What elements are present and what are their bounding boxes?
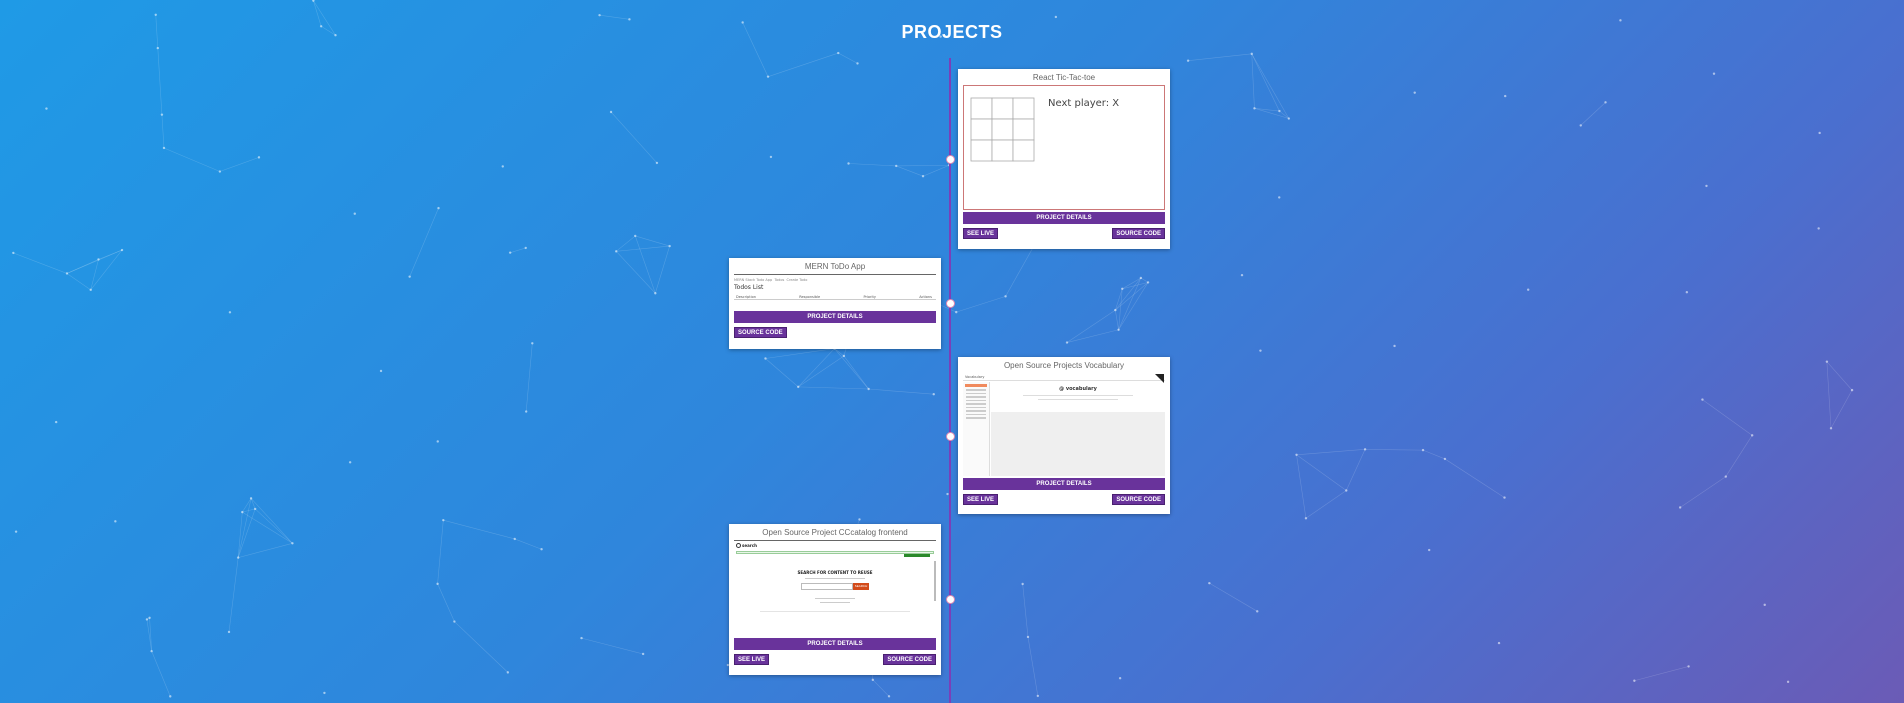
project-card-vocabulary: Open Source Projects Vocabulary Vocabula… xyxy=(958,357,1170,514)
timeline-dot xyxy=(945,298,955,308)
project-details-button[interactable]: PROJECT DETAILS xyxy=(734,638,936,650)
project-card-mern-todo: MERN ToDo App MERN Stack Todo App Todos … xyxy=(729,258,941,349)
todo-column-header: Priority xyxy=(863,295,876,299)
vocabulary-logo: @ vocabulary xyxy=(1059,386,1097,392)
project-title: Open Source Project CCcatalog frontend xyxy=(762,528,908,537)
todo-nav-brand: MERN Stack Todo App xyxy=(734,278,773,282)
todo-column-header: Actions xyxy=(919,295,932,299)
todo-column-header: Description xyxy=(736,295,756,299)
project-details-button[interactable]: PROJECT DETAILS xyxy=(734,311,936,323)
project-details-button[interactable]: PROJECT DETAILS xyxy=(963,212,1165,224)
project-preview[interactable]: Vocabulary @ vocabulary xyxy=(963,373,1165,476)
cccatalog-logo: search xyxy=(742,543,757,548)
project-details-button[interactable]: PROJECT DETAILS xyxy=(963,478,1165,490)
cccatalog-heading: SEARCH FOR CONTENT TO REUSE xyxy=(797,570,873,575)
timeline-dot xyxy=(945,431,955,441)
project-card-tictactoe: React Tic-Tac-toe Next player: X PROJECT… xyxy=(958,69,1170,249)
see-live-button[interactable]: SEE LIVE xyxy=(963,228,999,239)
see-live-button[interactable]: SEE LIVE xyxy=(963,494,999,505)
github-corner-icon[interactable] xyxy=(1155,374,1164,383)
todo-nav-link: Todos xyxy=(774,278,785,282)
vocabulary-brand: Vocabulary xyxy=(965,375,985,379)
todo-heading: Todos List xyxy=(734,284,764,291)
project-preview[interactable]: Next player: X xyxy=(963,85,1165,210)
source-code-button[interactable]: SOURCE CODE xyxy=(734,327,787,338)
project-preview[interactable]: search SEARCH FOR CONTENT TO REUSE SEARC… xyxy=(734,540,936,636)
source-code-button[interactable]: SOURCE CODE xyxy=(1112,494,1165,505)
project-title: MERN ToDo App xyxy=(804,262,866,271)
source-code-button[interactable]: SOURCE CODE xyxy=(1112,228,1165,239)
see-live-button[interactable]: SEE LIVE xyxy=(734,654,770,665)
timeline-dot xyxy=(945,154,955,164)
project-preview[interactable]: MERN Stack Todo App Todos Create Todo To… xyxy=(734,274,936,309)
timeline-dot xyxy=(945,594,955,604)
vocabulary-sidebar xyxy=(963,382,990,476)
page-title: PROJECTS xyxy=(901,22,1003,42)
cccatalog-search-button: SEARCH xyxy=(853,583,869,590)
project-title: Open Source Projects Vocabulary xyxy=(1003,361,1125,370)
next-player-status: Next player: X xyxy=(1048,98,1120,109)
project-title: React Tic-Tac-toe xyxy=(1032,73,1096,82)
todo-nav-link: Create Todo xyxy=(786,278,808,282)
search-logo-icon xyxy=(736,543,741,548)
todo-column-header: Responsible xyxy=(799,295,821,299)
source-code-button[interactable]: SOURCE CODE xyxy=(883,654,936,665)
project-card-cccatalog: Open Source Project CCcatalog frontend s… xyxy=(729,524,941,675)
